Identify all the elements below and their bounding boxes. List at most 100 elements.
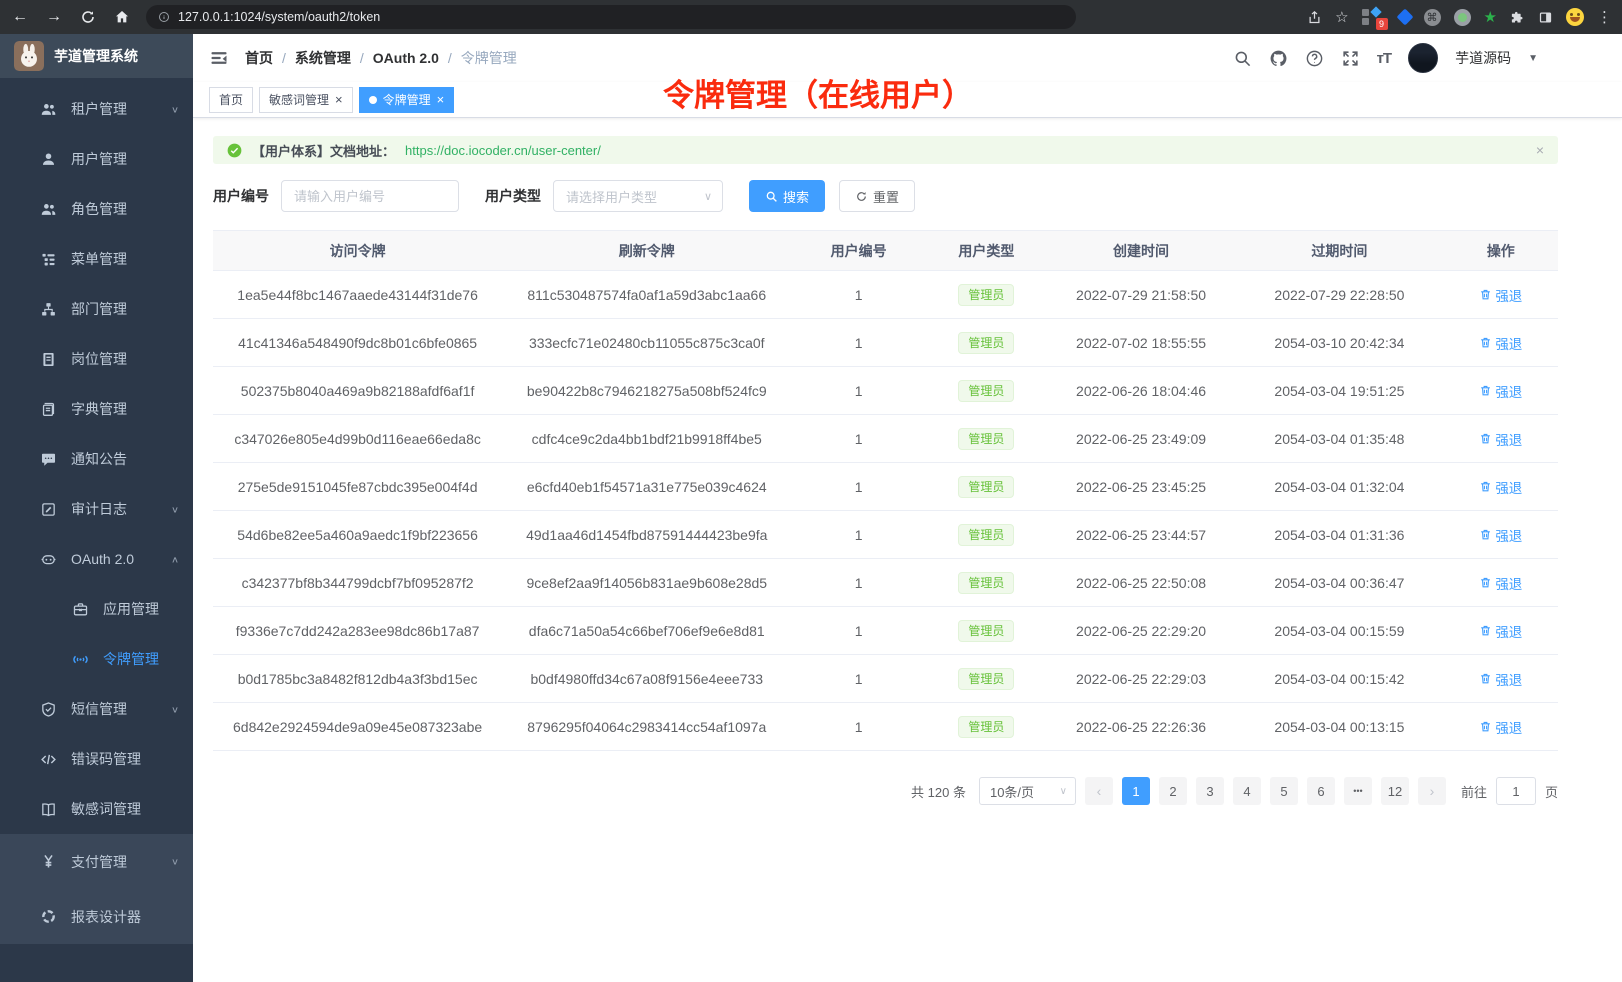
tab-sensitive-words[interactable]: 敏感词管理 ×	[259, 87, 353, 113]
sidebar-item-user[interactable]: 用户管理	[0, 134, 193, 184]
puzzle-extensions-icon[interactable]	[1510, 10, 1525, 25]
search-button[interactable]: 搜索	[749, 180, 825, 212]
page-button-6[interactable]: 6	[1307, 777, 1335, 805]
app-logo[interactable]: 芋道管理系统	[0, 34, 193, 78]
sidebar-item-audit-log[interactable]: 审计日志 ∨	[0, 484, 193, 534]
trash-icon	[1479, 384, 1492, 397]
user-type-select[interactable]: 请选择用户类型 ∨	[553, 180, 723, 212]
close-icon[interactable]: ×	[437, 93, 445, 106]
force-logout-button[interactable]: 强退	[1479, 525, 1522, 545]
breadcrumb-current: 令牌管理	[461, 48, 517, 68]
sidebar-item-id-badge[interactable]: 岗位管理	[0, 334, 193, 384]
gem-extension-icon[interactable]	[1396, 9, 1413, 26]
force-logout-button[interactable]: 强退	[1479, 573, 1522, 593]
profile-avatar-icon[interactable]	[1566, 8, 1584, 26]
close-icon[interactable]: ×	[335, 93, 343, 106]
user-type-badge: 管理员	[958, 620, 1014, 642]
force-logout-button[interactable]: 强退	[1479, 381, 1522, 401]
sidebar-item-broadcast[interactable]: 令牌管理	[0, 634, 193, 684]
split-view-icon[interactable]	[1538, 10, 1553, 25]
goto-page-input[interactable]	[1496, 777, 1536, 805]
reload-icon[interactable]	[78, 9, 98, 25]
doc-link[interactable]: https://doc.iocoder.cn/user-center/	[405, 143, 601, 158]
table-row: 1ea5e44f8bc1467aaede43144f31de76 811c530…	[213, 271, 1558, 319]
sidebar-item-menu-tree[interactable]: 菜单管理	[0, 234, 193, 284]
table-header-row: 访问令牌 刷新令牌 用户编号 用户类型 创建时间 过期时间 操作	[213, 231, 1558, 271]
access-token-cell: 502375b8040a469a9b82188afdf6af1f	[213, 383, 502, 399]
force-logout-button[interactable]: 强退	[1479, 669, 1522, 689]
force-logout-button[interactable]: 强退	[1479, 333, 1522, 353]
force-logout-button[interactable]: 强退	[1479, 285, 1522, 305]
sidebar-item-tenants[interactable]: 租户管理 ∨	[0, 84, 193, 134]
bookmark-star-icon[interactable]: ☆	[1335, 10, 1348, 25]
force-logout-button[interactable]: 强退	[1479, 621, 1522, 641]
url-text: 127.0.0.1:1024/system/oauth2/token	[178, 10, 380, 24]
force-logout-button[interactable]: 强退	[1479, 717, 1522, 737]
user-id-cell: 1	[791, 719, 926, 735]
home-icon[interactable]	[112, 9, 132, 25]
breadcrumb-system[interactable]: 系统管理	[295, 48, 351, 68]
sidebar-item-yen[interactable]: 支付管理 ∨	[0, 834, 193, 889]
page-button-5[interactable]: 5	[1270, 777, 1298, 805]
sidebar-item-briefcase[interactable]: 应用管理	[0, 584, 193, 634]
sidebar-item-org-chart[interactable]: 部门管理	[0, 284, 193, 334]
page-button-1[interactable]: 1	[1122, 777, 1150, 805]
chevron-down-icon: ∨	[171, 704, 179, 714]
sidebar-item-roles[interactable]: 角色管理	[0, 184, 193, 234]
sidebar-item-code[interactable]: 错误码管理	[0, 734, 193, 784]
page-button-2[interactable]: 2	[1159, 777, 1187, 805]
page-button-3[interactable]: 3	[1196, 777, 1224, 805]
page-button-12[interactable]: 12	[1381, 777, 1409, 805]
help-icon[interactable]	[1305, 49, 1324, 68]
sidebar-item-robot[interactable]: OAuth 2.0 ∧	[0, 534, 193, 584]
force-logout-button[interactable]: 强退	[1479, 477, 1522, 497]
user-id-cell: 1	[791, 287, 926, 303]
sidebar-item-dictionary[interactable]: 字典管理	[0, 384, 193, 434]
extension-cluster-icon[interactable]: 9	[1362, 7, 1386, 27]
sidebar-item-open-book[interactable]: 敏感词管理	[0, 784, 193, 834]
reset-button[interactable]: 重置	[839, 180, 915, 212]
search-icon[interactable]	[1233, 49, 1252, 68]
record-extension-icon[interactable]	[1454, 9, 1471, 26]
total-count: 共 120 条	[911, 782, 966, 801]
page-button-4[interactable]: 4	[1233, 777, 1261, 805]
share-icon[interactable]	[1307, 10, 1322, 25]
collapse-sidebar-icon[interactable]	[209, 48, 229, 68]
user-type-badge: 管理员	[958, 284, 1014, 306]
breadcrumb-home[interactable]: 首页	[245, 48, 273, 68]
user-id-cell: 1	[791, 527, 926, 543]
command-extension-icon[interactable]: ⌘	[1424, 9, 1441, 26]
user-id-input[interactable]	[281, 180, 459, 212]
fullscreen-icon[interactable]	[1341, 49, 1360, 68]
sidebar-item-pie-donut[interactable]: 报表设计器	[0, 889, 193, 944]
user-name[interactable]: 芋道源码	[1455, 48, 1511, 68]
force-logout-button[interactable]: 强退	[1479, 429, 1522, 449]
access-token-cell: 275e5de9151045fe87cbdc395e004f4d	[213, 479, 502, 495]
user-avatar[interactable]	[1408, 43, 1438, 73]
chevron-up-icon: ∧	[171, 554, 179, 564]
next-page-button[interactable]: ›	[1418, 777, 1446, 805]
tab-token-management[interactable]: 令牌管理 ×	[359, 87, 455, 113]
expire-time-cell: 2054-03-04 01:32:04	[1235, 479, 1443, 495]
chevron-down-icon[interactable]: ▼	[1528, 53, 1538, 64]
breadcrumb: 首页 / 系统管理 / OAuth 2.0 / 令牌管理	[245, 48, 517, 68]
expire-time-cell: 2054-03-04 00:15:42	[1235, 671, 1443, 687]
breadcrumb-oauth[interactable]: OAuth 2.0	[373, 50, 439, 66]
font-size-icon[interactable]: тT	[1377, 50, 1392, 67]
forward-icon[interactable]: →	[44, 8, 64, 26]
page-ellipsis-button[interactable]: •••	[1344, 777, 1372, 805]
notice-close-icon[interactable]: ×	[1536, 142, 1544, 158]
github-icon[interactable]	[1269, 49, 1288, 68]
refresh-token-cell: e6cfd40eb1f54571a31e775e039c4624	[502, 479, 791, 495]
back-icon[interactable]: ←	[10, 8, 30, 26]
sidebar-item-announcement[interactable]: 通知公告	[0, 434, 193, 484]
page-size-select[interactable]: 10条/页 ∨	[979, 777, 1076, 805]
star-extension-icon[interactable]: ★	[1484, 8, 1497, 26]
browser-menu-icon[interactable]: ⋮	[1597, 10, 1612, 25]
url-bar[interactable]: 127.0.0.1:1024/system/oauth2/token	[146, 5, 1076, 29]
prev-page-button[interactable]: ‹	[1085, 777, 1113, 805]
refresh-token-cell: 811c530487574fa0af1a59d3abc1aa66	[502, 287, 791, 303]
sidebar-menu: 租户管理 ∨ 用户管理 角色管理 菜单管理 部门管理 岗位管理 字典管理 通知公…	[0, 78, 193, 982]
tab-home[interactable]: 首页	[209, 87, 253, 113]
sidebar-item-shield-check[interactable]: 短信管理 ∨	[0, 684, 193, 734]
